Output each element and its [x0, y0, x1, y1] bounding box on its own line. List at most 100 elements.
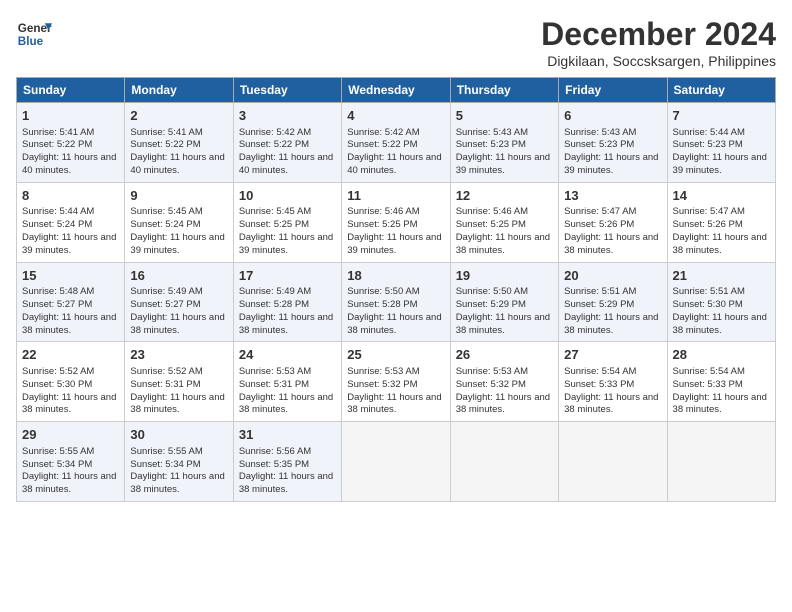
- table-cell: 22Sunrise: 5:52 AMSunset: 5:30 PMDayligh…: [17, 342, 125, 422]
- table-cell: 31 Sunrise: 5:56 AM Sunset: 5:35 PMDayligh…: [233, 422, 341, 502]
- table-cell: 5Sunrise: 5:43 AMSunset: 5:23 PMDaylight…: [450, 103, 558, 183]
- daylight-label: Daylight: 11 hours and 38 minutes.: [564, 312, 658, 336]
- sunset-label: Sunset: 5:24 PM: [130, 219, 200, 230]
- daylight-label: Daylight: 11 hours and 40 minutes.: [22, 152, 116, 176]
- sunrise-label: Sunrise: 5:47 AM: [673, 206, 745, 217]
- sunrise-label: Sunrise: 5:44 AM: [673, 127, 745, 138]
- day-number: 20: [564, 267, 661, 285]
- daylight-label: Daylight: 11 hours and 39 minutes.: [564, 152, 658, 176]
- calendar-week-row: 15Sunrise: 5:48 AMSunset: 5:27 PMDayligh…: [17, 262, 776, 342]
- daylight-label: Daylight: 11 hours and 38 minutes.: [130, 471, 224, 495]
- sunset-label: Sunset: 5:27 PM: [130, 299, 200, 310]
- sunset-label: Sunset: 5:32 PM: [456, 379, 526, 390]
- sunset-label: Sunset: 5:26 PM: [564, 219, 634, 230]
- sunrise-label: Sunrise: 5:50 AM: [456, 286, 528, 297]
- daylight-label: Daylight: 11 hours and 38 minutes.: [564, 232, 658, 256]
- table-cell: 14Sunrise: 5:47 AMSunset: 5:26 PMDayligh…: [667, 182, 775, 262]
- sunset-label: Sunset: 5:29 PM: [564, 299, 634, 310]
- table-cell: 30Sunrise: 5:55 AMSunset: 5:34 PMDayligh…: [125, 422, 233, 502]
- sunset-label: Sunset: 5:29 PM: [456, 299, 526, 310]
- day-number: 31: [239, 426, 336, 444]
- daylight-label: Daylight: 11 hours and 38 minutes.: [130, 312, 224, 336]
- table-cell: 8Sunrise: 5:44 AM Sunset: 5:24 PM Daylight…: [17, 182, 125, 262]
- daylight-label: Daylight: 11 hours and 38 minutes.: [347, 312, 441, 336]
- day-number: 21: [673, 267, 770, 285]
- day-number: 13: [564, 187, 661, 205]
- sunset-label: Sunset: 5:35 PM: [239, 459, 309, 470]
- table-cell: 19Sunrise: 5:50 AMSunset: 5:29 PMDayligh…: [450, 262, 558, 342]
- logo-icon: General Blue: [16, 16, 52, 52]
- day-number: 19: [456, 267, 553, 285]
- day-number: 25: [347, 346, 444, 364]
- sunset-label: Sunset: 5:25 PM: [239, 219, 309, 230]
- daylight-label: Daylight: 11 hours and 38 minutes.: [564, 392, 658, 416]
- sunset-label: Sunset: 5:34 PM: [130, 459, 200, 470]
- daylight-label: Daylight: 11 hours and 38 minutes.: [130, 392, 224, 416]
- day-number: 26: [456, 346, 553, 364]
- day-number: 10: [239, 187, 336, 205]
- sunset-label: Sunset: 5:23 PM: [456, 139, 526, 150]
- sunrise-label: Sunrise: 5:46 AM: [456, 206, 528, 217]
- table-cell: [450, 422, 558, 502]
- day-number: 12: [456, 187, 553, 205]
- sunset-label: Sunset: 5:31 PM: [239, 379, 309, 390]
- table-cell: [559, 422, 667, 502]
- day-number: 28: [673, 346, 770, 364]
- sunrise-label: Sunrise: 5:48 AM: [22, 286, 94, 297]
- day-number: 9: [130, 187, 227, 205]
- table-cell: 7 Sunrise: 5:44 AMSunset: 5:23 PM Daylight…: [667, 103, 775, 183]
- daylight-label: Daylight: 11 hours and 39 minutes.: [22, 232, 116, 256]
- day-number: 7: [673, 107, 770, 125]
- calendar-header-row: Sunday Monday Tuesday Wednesday Thursday…: [17, 78, 776, 103]
- sunset-label: Sunset: 5:23 PM: [673, 139, 743, 150]
- sunset-label: Sunset: 5:28 PM: [239, 299, 309, 310]
- table-cell: [342, 422, 450, 502]
- table-cell: 1Sunrise: 5:41 AMSunset: 5:22 PMDaylight…: [17, 103, 125, 183]
- sunrise-label: Sunrise: 5:46 AM: [347, 206, 419, 217]
- sunrise-label: Sunrise: 5:47 AM: [564, 206, 636, 217]
- calendar-week-row: 22Sunrise: 5:52 AMSunset: 5:30 PMDayligh…: [17, 342, 776, 422]
- day-number: 17: [239, 267, 336, 285]
- table-cell: 25Sunrise: 5:53 AMSunset: 5:32 PMDayligh…: [342, 342, 450, 422]
- day-number: 18: [347, 267, 444, 285]
- sunset-label: Sunset: 5:30 PM: [22, 379, 92, 390]
- sunrise-label: Sunrise: 5:56 AM: [239, 446, 311, 457]
- sunrise-label: Sunrise: 5:41 AM: [22, 127, 94, 138]
- table-cell: 13Sunrise: 5:47 AM Sunset: 5:26 PM Dayligh…: [559, 182, 667, 262]
- sunrise-label: Sunrise: 5:41 AM: [130, 127, 202, 138]
- daylight-label: Daylight: 11 hours and 39 minutes.: [673, 152, 767, 176]
- daylight-label: Daylight: 11 hours and 38 minutes.: [673, 392, 767, 416]
- day-number: 23: [130, 346, 227, 364]
- daylight-label: Daylight: 11 hours and 40 minutes.: [347, 152, 441, 176]
- sunset-label: Sunset: 5:22 PM: [22, 139, 92, 150]
- daylight-label: Daylight: 11 hours and 38 minutes.: [456, 232, 550, 256]
- table-cell: 24Sunrise: 5:53 AMSunset: 5:31 PMDayligh…: [233, 342, 341, 422]
- sunrise-label: Sunrise: 5:50 AM: [347, 286, 419, 297]
- sunrise-label: Sunrise: 5:42 AM: [347, 127, 419, 138]
- sunrise-label: Sunrise: 5:44 AM: [22, 206, 94, 217]
- daylight-label: Daylight: 11 hours and 38 minutes.: [673, 232, 767, 256]
- calendar-week-row: 29Sunrise: 5:55 AMSunset: 5:34 PMDayligh…: [17, 422, 776, 502]
- sunrise-label: Sunrise: 5:45 AM: [130, 206, 202, 217]
- sunrise-label: Sunrise: 5:52 AM: [22, 366, 94, 377]
- table-cell: 28Sunrise: 5:54 AMSunset: 5:33 PMDayligh…: [667, 342, 775, 422]
- table-cell: 9Sunrise: 5:45 AMSunset: 5:24 PMDaylight…: [125, 182, 233, 262]
- day-number: 14: [673, 187, 770, 205]
- sunset-label: Sunset: 5:24 PM: [22, 219, 92, 230]
- daylight-label: Daylight: 11 hours and 38 minutes.: [239, 471, 333, 495]
- main-title: December 2024: [541, 16, 776, 53]
- sunset-label: Sunset: 5:23 PM: [564, 139, 634, 150]
- day-number: 3: [239, 107, 336, 125]
- daylight-label: Daylight: 11 hours and 38 minutes.: [22, 471, 116, 495]
- daylight-label: Daylight: 11 hours and 39 minutes.: [239, 232, 333, 256]
- sunset-label: Sunset: 5:34 PM: [22, 459, 92, 470]
- daylight-label: Daylight: 11 hours and 38 minutes.: [239, 392, 333, 416]
- sunset-label: Sunset: 5:28 PM: [347, 299, 417, 310]
- col-friday: Friday: [559, 78, 667, 103]
- daylight-label: Daylight: 11 hours and 39 minutes.: [456, 152, 550, 176]
- sunrise-label: Sunrise: 5:49 AM: [239, 286, 311, 297]
- sunrise-label: Sunrise: 5:53 AM: [239, 366, 311, 377]
- sunset-label: Sunset: 5:22 PM: [130, 139, 200, 150]
- sunset-label: Sunset: 5:32 PM: [347, 379, 417, 390]
- day-number: 8: [22, 187, 119, 205]
